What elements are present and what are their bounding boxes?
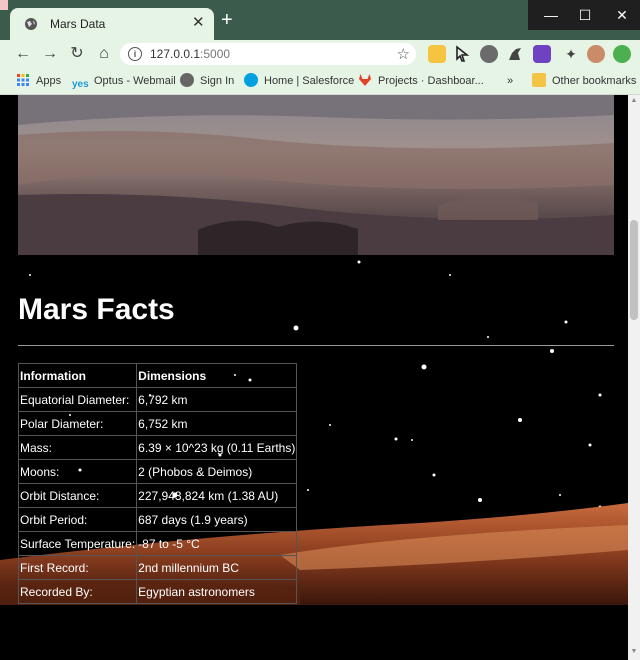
table-row: Mass: 6.39 × 10^23 kg (0.11 Earths) [17, 435, 298, 460]
row-value: 6,792 km [136, 387, 298, 412]
globe-icon [180, 73, 194, 87]
row-label: Recorded By: [17, 579, 138, 604]
page-footer [0, 605, 628, 660]
page-content: Mars Facts Information Dimensions Equato… [0, 95, 628, 660]
browser-titlebar: Mars Data ✕ + — ☐ ✕ [0, 0, 640, 40]
close-window-button[interactable]: ✕ [604, 0, 640, 30]
profile-avatar[interactable] [587, 45, 605, 63]
table-row: Surface Temperature: -87 to -5 °C [17, 531, 298, 556]
bookmark-sign-in[interactable]: Sign In [180, 72, 234, 90]
bookmark-label: Sign In [200, 75, 235, 87]
row-value: 2nd millennium BC [136, 555, 298, 580]
table-row: Orbit Period: 687 days (1.9 years) [17, 507, 298, 532]
row-label: Moons: [17, 459, 138, 484]
tab-title: Mars Data [50, 17, 106, 31]
row-label: Polar Diameter: [17, 411, 138, 436]
table-row: Orbit Distance: 227,943,824 km (1.38 AU) [17, 483, 298, 508]
cursor-extension-icon[interactable] [453, 45, 471, 63]
back-arrow-icon[interactable]: ← [12, 43, 34, 65]
row-label: Orbit Distance: [17, 483, 138, 508]
bookmarks-overflow-button[interactable]: » [507, 72, 513, 90]
table-row: Moons: 2 (Phobos & Deimos) [17, 459, 298, 484]
bookmark-label: Apps [36, 75, 62, 87]
row-value: -87 to -5 °C [136, 531, 298, 556]
row-value: 2 (Phobos & Deimos) [136, 459, 298, 484]
extensions-puzzle-icon[interactable]: ✦ [560, 43, 582, 65]
url-text: 127.0.0.1:5000 [150, 47, 230, 61]
bookmark-apps[interactable]: Apps [16, 72, 61, 90]
column-header: Information [17, 363, 138, 388]
horse-extension-icon[interactable] [506, 45, 524, 63]
thumbs-up-extension-icon[interactable] [428, 45, 446, 63]
row-label: Orbit Period: [17, 507, 138, 532]
optus-icon: yes [72, 79, 89, 90]
row-label: First Record: [17, 555, 138, 580]
row-value: 6,752 km [136, 411, 298, 436]
table-row: Recorded By: Egyptian astronomers [17, 579, 298, 604]
table-row: Polar Diameter: 6,752 km [17, 411, 298, 436]
new-tab-button[interactable]: + [221, 10, 233, 30]
tab-mars-data[interactable]: Mars Data ✕ [10, 8, 214, 40]
bookmark-salesforce[interactable]: Home | Salesforce [244, 72, 354, 90]
scroll-down-icon[interactable]: ▼ [630, 648, 638, 658]
salesforce-cloud-icon [244, 73, 258, 87]
maximize-button[interactable]: ☐ [566, 0, 604, 30]
page-title: Mars Facts [18, 293, 175, 326]
row-label: Surface Temperature: [17, 531, 138, 556]
bookmark-label: Other bookmarks [552, 75, 637, 87]
bookmarks-bar: Apps yes Optus - Webmail Sign In Home | S… [0, 68, 640, 95]
bookmark-optus-webmail[interactable]: yes Optus - Webmail [72, 72, 176, 90]
bug-extension-icon[interactable] [480, 45, 498, 63]
titlebar-corner [0, 0, 8, 10]
globe-icon [25, 18, 37, 30]
row-value: 6.39 × 10^23 kg (0.11 Earths) [136, 435, 298, 460]
puzzle-dev-extension-icon[interactable] [533, 45, 551, 63]
bookmark-label: Optus - Webmail [94, 75, 176, 87]
bookmark-star-icon[interactable]: ☆ [397, 45, 410, 63]
table-header-row: Information Dimensions [17, 363, 298, 388]
home-icon[interactable]: ⌂ [93, 43, 115, 65]
heading-divider [18, 345, 614, 346]
bookmark-label: Home | Salesforce [264, 75, 355, 87]
row-label: Mass: [17, 435, 138, 460]
reload-icon[interactable]: ↻ [66, 43, 88, 65]
browser-toolbar: ← → ↻ ⌂ i 127.0.0.1:5000 ☆ ✦ [0, 40, 640, 68]
folder-icon [532, 73, 546, 87]
scroll-up-icon[interactable]: ▲ [630, 97, 638, 107]
page-scrollbar[interactable]: ▲ ▼ [628, 95, 640, 660]
url-host: 127.0.0.1 [150, 47, 201, 61]
site-info-icon[interactable]: i [128, 47, 142, 61]
bookmark-label: Projects · Dashboar... [378, 75, 484, 87]
row-value: 687 days (1.9 years) [136, 507, 298, 532]
column-header: Dimensions [136, 363, 298, 388]
gitlab-fox-icon [359, 74, 371, 86]
table-row: Equatorial Diameter: 6,792 km [17, 387, 298, 412]
row-label: Equatorial Diameter: [17, 387, 138, 412]
row-value: Egyptian astronomers [136, 579, 298, 604]
url-port: :5000 [200, 47, 231, 61]
apps-grid-icon [17, 74, 29, 86]
bookmark-projects-dashboard[interactable]: Projects · Dashboar... [358, 72, 484, 90]
update-menu-icon[interactable] [613, 45, 631, 63]
table-row: First Record: 2nd millennium BC [17, 555, 298, 580]
forward-arrow-icon[interactable]: → [39, 43, 61, 65]
mars-facts-table: Information Dimensions Equatorial Diamet… [17, 363, 298, 604]
scrollbar-thumb[interactable] [630, 220, 638, 320]
bookmark-other-bookmarks[interactable]: Other bookmarks [532, 72, 636, 90]
close-tab-icon[interactable]: ✕ [192, 15, 205, 31]
address-bar[interactable]: i 127.0.0.1:5000 ☆ [120, 43, 416, 65]
row-value: 227,943,824 km (1.38 AU) [136, 483, 298, 508]
